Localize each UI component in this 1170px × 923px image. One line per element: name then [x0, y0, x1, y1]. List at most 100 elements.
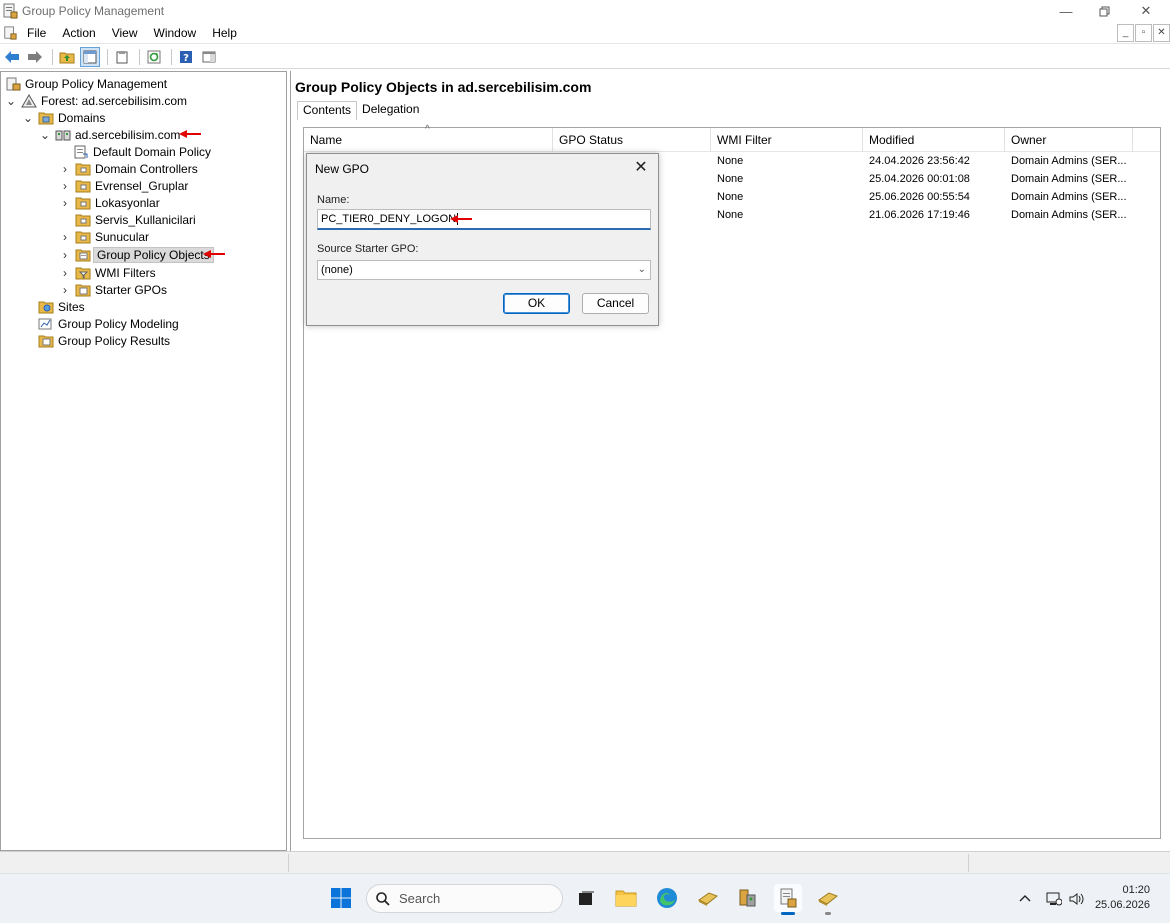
search-placeholder: Search: [399, 891, 441, 906]
server-tool-icon: [739, 889, 756, 907]
domains-folder-icon: [38, 112, 54, 124]
gpm-root-icon: [6, 77, 21, 90]
mdi-restore-button[interactable]: ▫: [1135, 24, 1152, 42]
taskbar-gpmc[interactable]: [774, 884, 802, 915]
new-gpo-dialog: New GPO ✕ Name: PC_TIER0_DENY_LOGON Sour…: [306, 153, 659, 326]
tree-item-evrensel-gruplar[interactable]: › Evrensel_Gruplar: [59, 177, 189, 194]
close-button[interactable]: ✕: [1124, 0, 1168, 22]
tree-item-sunucular[interactable]: › Sunucular: [59, 228, 150, 245]
gpo-name-input[interactable]: PC_TIER0_DENY_LOGON: [317, 209, 651, 230]
cell-modified: 25.06.2026 00:55:54: [869, 191, 970, 203]
dialog-close-button[interactable]: ✕: [630, 157, 652, 179]
tab-contents[interactable]: Contents: [297, 101, 358, 120]
chevron-down-icon[interactable]: ⌄: [22, 111, 34, 125]
tree-item-forest[interactable]: ⌄ Forest: ad.sercebilisim.com: [5, 92, 188, 109]
taskbar-file-explorer[interactable]: [612, 884, 640, 912]
chevron-right-icon[interactable]: ›: [59, 248, 71, 262]
ou-folder-icon: [75, 231, 91, 243]
tree-item-gp-modeling[interactable]: Group Policy Modeling: [38, 315, 180, 332]
menu-action[interactable]: Action: [54, 26, 103, 40]
running-app-indicator: [825, 912, 831, 915]
starter-gpos-folder-icon: [75, 284, 91, 296]
back-button[interactable]: [2, 47, 22, 67]
chevron-right-icon[interactable]: ›: [59, 162, 71, 176]
tree-item-gp-results[interactable]: Group Policy Results: [38, 332, 171, 349]
taskbar: Search 01:20 25.06.2026: [0, 873, 1170, 923]
windows-logo-icon: [331, 888, 351, 908]
menu-help[interactable]: Help: [204, 26, 245, 40]
tab-delegation[interactable]: Delegation: [357, 101, 424, 120]
column-header-owner[interactable]: Owner: [1005, 128, 1133, 152]
ou-folder-icon: [75, 214, 91, 226]
cancel-button[interactable]: Cancel: [582, 293, 649, 314]
taskbar-search[interactable]: Search: [366, 884, 563, 913]
tree-item-starter-gpos[interactable]: › Starter GPOs: [59, 281, 168, 298]
network-status[interactable]: [1046, 892, 1063, 909]
tree-label: Lokasyonlar: [95, 195, 160, 210]
console-icon[interactable]: [3, 25, 17, 40]
properties-button[interactable]: [112, 47, 132, 67]
details-title: Group Policy Objects in ad.sercebilisim.…: [295, 79, 592, 95]
chevron-right-icon[interactable]: ›: [59, 266, 71, 280]
volume-control[interactable]: [1069, 892, 1085, 909]
help-button[interactable]: ?: [176, 47, 196, 67]
restore-button[interactable]: [1082, 0, 1126, 22]
taskbar-edge[interactable]: [653, 884, 681, 912]
source-starter-gpo-value: (none): [321, 264, 353, 276]
tree-item-domain[interactable]: ⌄ ad.sercebilisim.com: [39, 126, 181, 143]
status-divider: [288, 854, 289, 872]
annotation-arrow-icon: [203, 250, 225, 258]
cell-owner: Domain Admins (SER...: [1011, 191, 1127, 203]
tree-item-domains[interactable]: ⌄ Domains: [22, 109, 106, 126]
ok-button[interactable]: OK: [503, 293, 570, 314]
menu-file[interactable]: File: [19, 26, 54, 40]
mdi-minimize-button[interactable]: _: [1117, 24, 1134, 42]
title-bar: Group Policy Management: [0, 0, 1170, 22]
taskbar-server-manager[interactable]: [733, 884, 761, 912]
chevron-right-icon[interactable]: ›: [59, 179, 71, 193]
chevron-down-icon[interactable]: ⌄: [39, 128, 51, 142]
chevron-up-icon: [1019, 895, 1031, 902]
menu-view[interactable]: View: [104, 26, 146, 40]
cell-modified: 25.04.2026 00:01:08: [869, 173, 970, 185]
refresh-button[interactable]: [144, 47, 164, 67]
forward-button[interactable]: [25, 47, 45, 67]
column-header-gpo-status[interactable]: GPO Status: [553, 128, 711, 152]
details-tabs: Contents Delegation: [297, 101, 424, 120]
tree-item-gpm-root[interactable]: Group Policy Management: [5, 75, 168, 92]
start-button[interactable]: [327, 884, 355, 912]
column-header-wmi-filter[interactable]: WMI Filter: [711, 128, 863, 152]
tree-item-default-domain-policy[interactable]: Default Domain Policy: [73, 143, 212, 160]
up-folder-button[interactable]: [57, 47, 77, 67]
window-title: Group Policy Management: [22, 4, 165, 18]
taskbar-ad-tool-2[interactable]: [814, 884, 842, 915]
chevron-right-icon[interactable]: ›: [59, 283, 71, 297]
menu-window[interactable]: Window: [146, 26, 205, 40]
source-starter-gpo-select[interactable]: (none) ⌄: [317, 260, 651, 280]
mdi-close-button[interactable]: ✕: [1153, 24, 1170, 42]
show-hide-console-tree-button[interactable]: [80, 46, 100, 67]
tree-label: Evrensel_Gruplar: [95, 178, 189, 193]
tree-item-servis-kullanicilari[interactable]: Servis_Kullanicilari: [75, 211, 197, 228]
status-divider: [968, 854, 969, 872]
show-hidden-icons-button[interactable]: [1019, 892, 1031, 906]
tree-item-group-policy-objects[interactable]: › Group Policy Objects: [59, 246, 214, 263]
tree-item-domain-controllers[interactable]: › Domain Controllers: [59, 160, 199, 177]
ou-folder-icon: [75, 180, 91, 192]
domain-icon: [55, 130, 71, 140]
action-pane-icon: [202, 51, 216, 62]
chevron-right-icon[interactable]: ›: [59, 196, 71, 210]
toolbar-separator: [171, 48, 172, 65]
chevron-right-icon[interactable]: ›: [59, 230, 71, 244]
taskbar-task-view[interactable]: [572, 884, 600, 912]
tree-item-wmi-filters[interactable]: › WMI Filters: [59, 264, 157, 281]
gpmc-taskbar-icon: [780, 888, 797, 908]
system-clock[interactable]: 01:20 25.06.2026: [1095, 883, 1150, 913]
tree-item-lokasyonlar[interactable]: › Lokasyonlar: [59, 194, 161, 211]
taskbar-ad-users-computers[interactable]: [694, 884, 722, 912]
name-label: Name:: [317, 194, 350, 206]
show-action-pane-button[interactable]: [199, 47, 219, 67]
chevron-down-icon[interactable]: ⌄: [5, 94, 17, 108]
column-header-modified[interactable]: Modified: [863, 128, 1005, 152]
tree-item-sites[interactable]: Sites: [38, 298, 86, 315]
